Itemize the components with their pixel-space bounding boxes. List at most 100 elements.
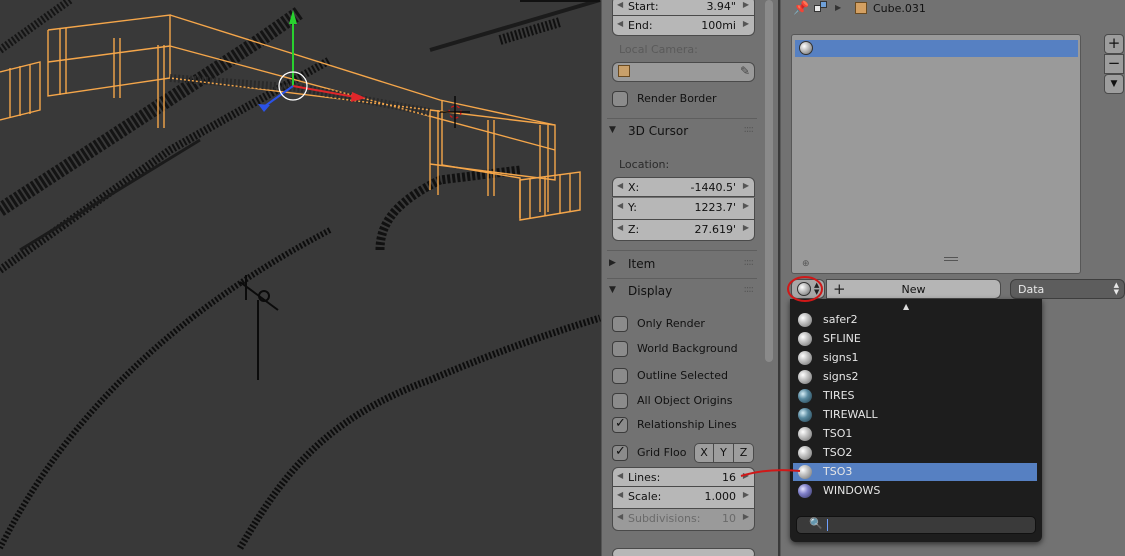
cube-icon	[855, 2, 867, 14]
material-ball-icon	[798, 465, 812, 479]
cursor-x-label: X:	[628, 181, 640, 194]
browse-material-button[interactable]: ▲ ▼	[791, 279, 825, 299]
local-camera-field: ✎	[612, 62, 755, 82]
item-title: Item	[628, 257, 656, 271]
3d-viewport[interactable]	[0, 0, 601, 556]
3d-cursor-title: 3D Cursor	[628, 124, 689, 138]
material-ball-icon	[798, 370, 812, 384]
material-link-value: Data	[1018, 283, 1045, 296]
menu-item-material[interactable]: SFLINE	[793, 330, 1037, 348]
menu-item-material[interactable]: signs1	[793, 349, 1037, 367]
next-field-partial[interactable]	[612, 548, 755, 556]
grid-axis-z-toggle[interactable]: Z	[734, 443, 754, 463]
grid-lines-label: Lines:	[628, 471, 661, 484]
material-ball-icon	[797, 282, 811, 296]
material-slot-list[interactable]: ⊕	[791, 34, 1081, 274]
material-ball-icon	[798, 313, 812, 327]
grid-subdivisions-field: ◀ Subdivisions: 10 ▶	[612, 509, 755, 531]
material-ball-icon	[799, 41, 813, 55]
drag-grip-icon[interactable]: ::::	[744, 284, 755, 295]
list-resize-grip-icon[interactable]	[944, 257, 958, 261]
material-link-select[interactable]: Data ▲ ▼	[1010, 279, 1125, 299]
drag-grip-icon[interactable]: ::::	[744, 257, 755, 268]
slot-specials-menu-button[interactable]: ▼	[1104, 74, 1124, 94]
cursor-x-value: -1440.5'	[690, 181, 736, 194]
material-ball-icon	[798, 427, 812, 441]
properties-breadcrumb-bar: 📌 ▶ Cube.031	[781, 0, 1125, 20]
view-properties-panel: ◀ Start: 3.94" ▶ ◀ End: 100mi ▶ Local Ca…	[601, 0, 778, 556]
grid-lines-field[interactable]: ◀ Lines: 16 ▶	[612, 467, 755, 487]
material-ball-icon	[798, 446, 812, 460]
drag-grip-icon[interactable]: ::::	[744, 124, 755, 135]
section-divider	[607, 118, 757, 119]
material-slot-row[interactable]	[795, 40, 1078, 57]
grid-scale-field[interactable]: ◀ Scale: 1.000 ▶	[612, 487, 755, 509]
grid-axis-y-toggle[interactable]: Y	[714, 443, 734, 463]
menu-item-material[interactable]: TIRES	[793, 387, 1037, 405]
add-material-slot-button[interactable]: +	[1104, 34, 1124, 54]
outline-selected-label: Outline Selected	[637, 369, 728, 382]
all-object-origins-label: All Object Origins	[637, 394, 733, 407]
new-material-label: New	[901, 283, 926, 296]
menu-item-material[interactable]: TSO2	[793, 444, 1037, 462]
material-ball-icon	[798, 332, 812, 346]
location-label: Location:	[619, 158, 670, 171]
render-border-label: Render Border	[637, 92, 717, 105]
breadcrumb-separator-icon: ▶	[835, 3, 842, 12]
world-background-label: World Background	[637, 342, 738, 355]
scene-objects-icon	[814, 1, 828, 15]
menu-item-material[interactable]: signs2	[793, 368, 1037, 386]
grid-axis-x-toggle[interactable]: X	[694, 443, 714, 463]
grid-subdivisions-value: 10	[722, 512, 736, 525]
item-section-header[interactable]: ▶ Item ::::	[607, 255, 757, 275]
up-down-arrows-icon: ▲ ▼	[1113, 281, 1119, 296]
menu-item-material[interactable]: TIREWALL	[793, 406, 1037, 424]
clip-start-value: 3.94"	[706, 0, 736, 13]
remove-material-slot-button[interactable]: −	[1104, 54, 1124, 74]
selected-gantry-wireframe	[0, 14, 581, 221]
outline-selected-box[interactable]	[612, 368, 628, 384]
cursor-y-field[interactable]: ◀ Y: 1223.7' ▶	[612, 198, 755, 220]
scroll-up-icon[interactable]: ▲	[903, 302, 909, 311]
clip-end-field[interactable]: ◀ End: 100mi ▶	[612, 16, 755, 36]
menu-item-material[interactable]: TSO1	[793, 425, 1037, 443]
grid-floor-label: Grid Floo	[637, 446, 687, 459]
display-section-header[interactable]: ▼ Display ::::	[607, 282, 757, 302]
material-ball-icon	[798, 408, 812, 422]
material-ball-icon	[798, 351, 812, 365]
new-material-button[interactable]: + New	[826, 279, 1001, 299]
grid-subdivisions-label: Subdivisions:	[628, 512, 701, 525]
display-title: Display	[628, 284, 673, 298]
3d-cursor-section-header[interactable]: ▼ 3D Cursor ::::	[607, 122, 757, 142]
clip-start-field[interactable]: ◀ Start: 3.94" ▶	[612, 0, 755, 16]
all-object-origins-box[interactable]	[612, 393, 628, 409]
grid-floor-box[interactable]	[612, 444, 628, 461]
cursor-z-label: Z:	[628, 223, 640, 236]
render-border-box[interactable]	[612, 91, 628, 107]
menu-item-material[interactable]: safer2	[793, 311, 1037, 329]
clip-end-label: End:	[628, 19, 653, 32]
cursor-z-field[interactable]: ◀ Z: 27.619' ▶	[612, 220, 755, 241]
grid-scale-value: 1.000	[704, 490, 737, 503]
eyedropper-icon: ✎	[739, 64, 750, 78]
cursor-y-label: Y:	[628, 201, 637, 214]
clip-start-label: Start:	[628, 0, 659, 13]
menu-item-material[interactable]: WINDOWS	[793, 482, 1037, 500]
collapse-down-icon: ▼	[609, 285, 616, 295]
up-down-arrows-icon: ▲ ▼	[814, 281, 820, 296]
only-render-box[interactable]	[612, 316, 628, 332]
section-divider	[607, 278, 757, 279]
relationship-lines-box[interactable]	[612, 416, 628, 433]
relationship-lines-label: Relationship Lines	[637, 418, 737, 431]
collapse-right-icon: ▶	[609, 258, 616, 268]
section-divider	[607, 250, 757, 251]
menu-item-material-selected[interactable]: TSO3	[793, 463, 1037, 481]
list-filter-icon[interactable]: ⊕	[802, 259, 810, 269]
material-search-input[interactable]: 🔍	[796, 516, 1036, 534]
local-camera-label: Local Camera:	[619, 43, 698, 56]
cursor-x-field[interactable]: ◀ X: -1440.5' ▶	[612, 177, 755, 197]
world-background-box[interactable]	[612, 341, 628, 357]
breadcrumb-object-name: Cube.031	[873, 2, 926, 15]
panel-scrollbar[interactable]	[765, 0, 773, 362]
pin-icon[interactable]: 📌	[793, 1, 809, 16]
